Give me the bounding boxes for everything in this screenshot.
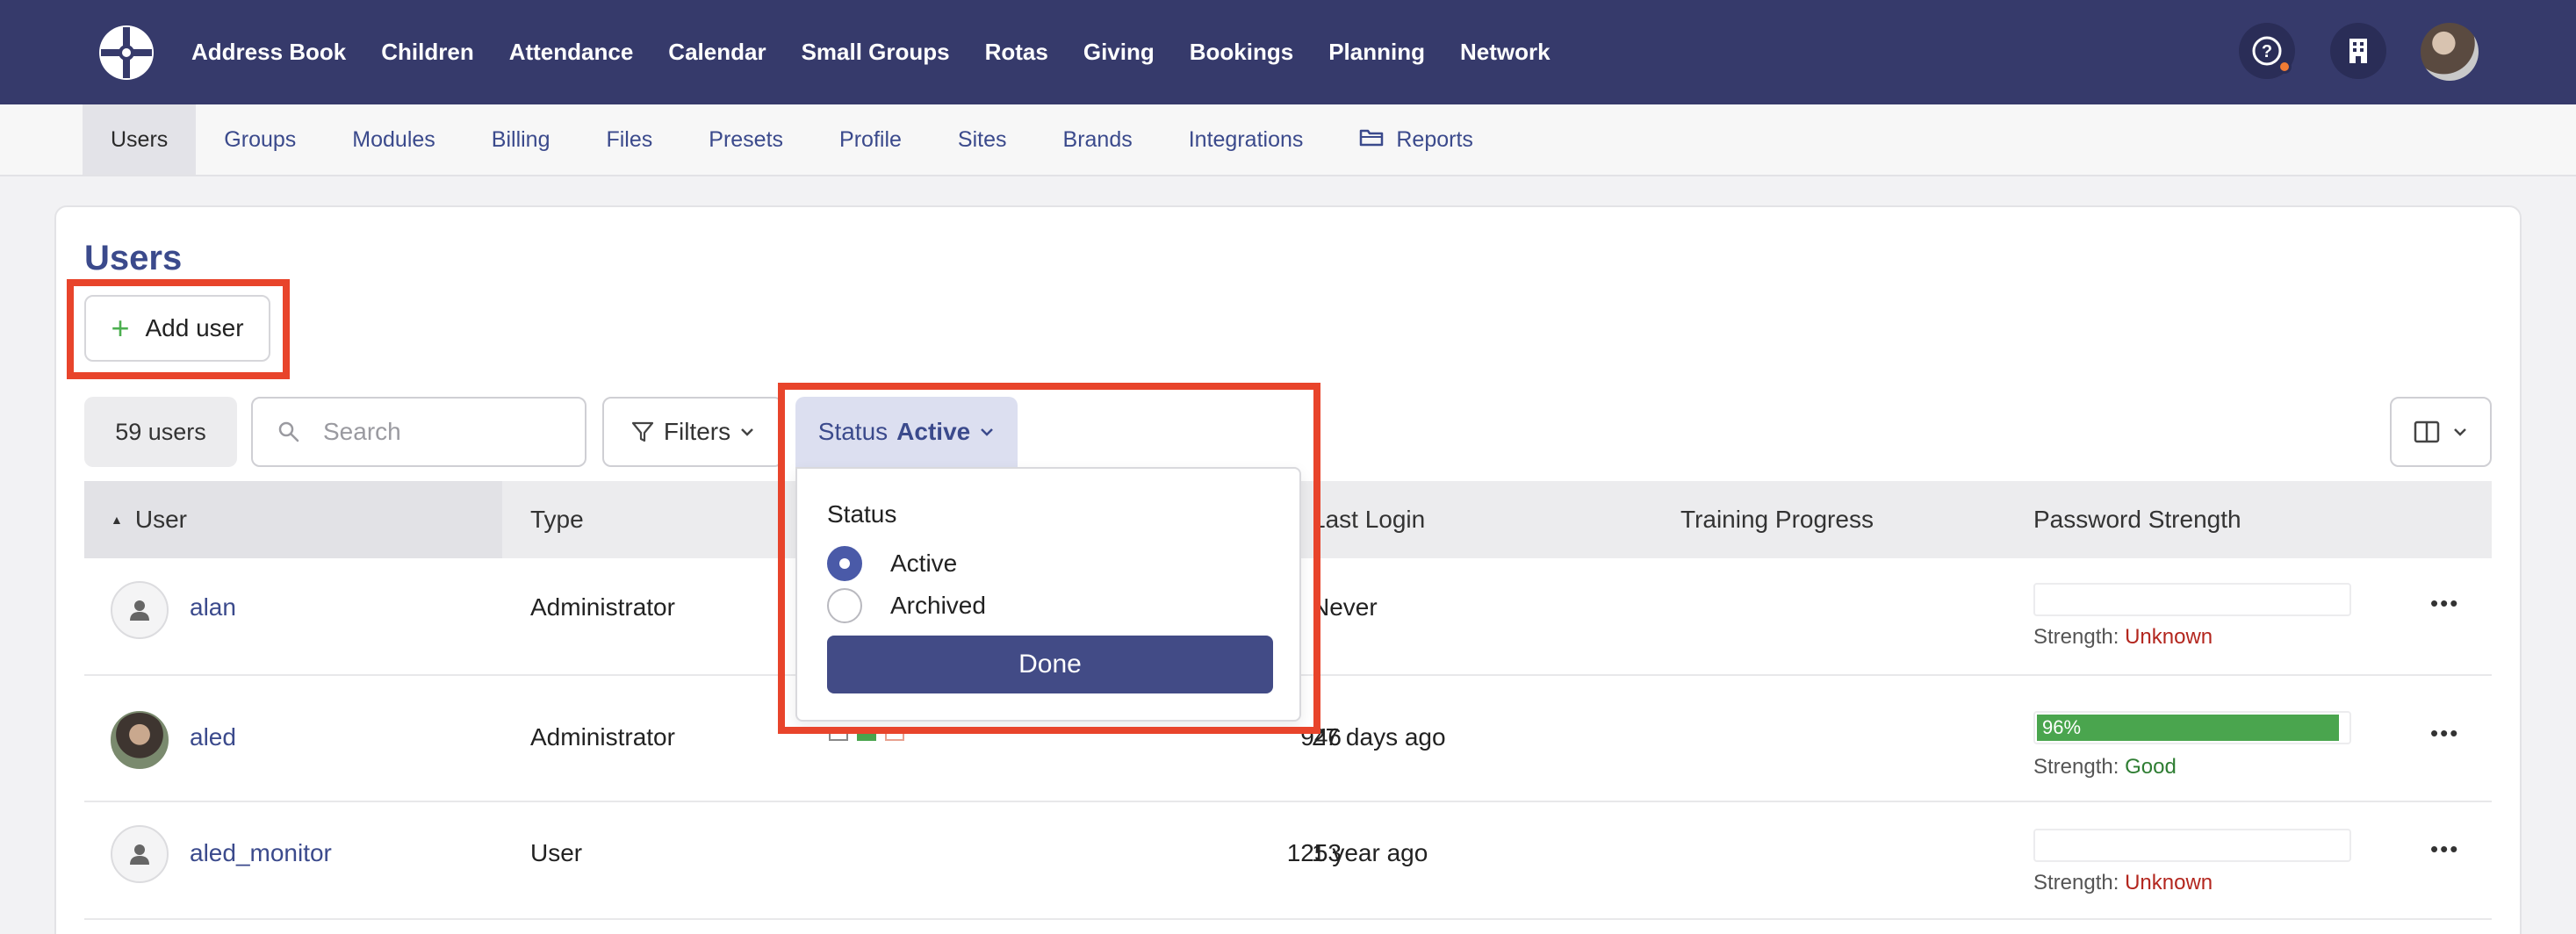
top-navbar: Address Book Children Attendance Calenda… <box>0 0 2576 104</box>
column-header-user[interactable]: ▲ User <box>84 481 502 558</box>
module-icons <box>829 729 904 741</box>
nav-small-groups[interactable]: Small Groups <box>802 39 950 66</box>
done-button[interactable]: Done <box>827 636 1273 693</box>
status-filter-value: Active <box>896 418 971 445</box>
tab-groups[interactable]: Groups <box>196 104 324 175</box>
status-filter-button[interactable]: Status Active <box>795 397 1018 467</box>
page-title: Users <box>84 239 183 277</box>
user-avatar[interactable] <box>2421 23 2479 81</box>
building-icon <box>2349 39 2367 63</box>
columns-button[interactable] <box>2390 397 2492 467</box>
tab-users[interactable]: Users <box>83 104 197 175</box>
radio-active[interactable] <box>827 546 862 581</box>
last-login: 27 days ago <box>1312 723 1446 751</box>
module-icon <box>829 729 848 741</box>
password-strength-text: Strength: Good <box>2033 755 2177 779</box>
nav-network[interactable]: Network <box>1460 39 1551 66</box>
password-strength-bar <box>2033 829 2351 862</box>
folder-icon <box>1359 127 1384 153</box>
status-option-active[interactable]: Active <box>827 546 957 581</box>
password-strength-bar <box>2033 583 2351 616</box>
last-login: Never <box>1312 593 1378 621</box>
sort-ascending-icon: ▲ <box>111 513 123 527</box>
nav-rotas[interactable]: Rotas <box>985 39 1048 66</box>
tab-profile[interactable]: Profile <box>811 104 930 175</box>
last-login: 1 year ago <box>1312 839 1428 866</box>
row-actions-button[interactable]: ••• <box>2430 590 2459 617</box>
table-row[interactable]: aled_monitor User 1253 1 year ago Streng… <box>84 802 2492 920</box>
avatar <box>111 711 169 769</box>
search-input[interactable] <box>323 418 551 446</box>
tab-integrations[interactable]: Integrations <box>1161 104 1332 175</box>
nav-attendance[interactable]: Attendance <box>509 39 634 66</box>
person-icon <box>130 600 149 621</box>
status-option-active-label: Active <box>890 550 958 577</box>
user-type: Administrator <box>530 593 675 621</box>
tab-reports-label: Reports <box>1396 126 1473 152</box>
chevron-down-icon <box>741 428 753 436</box>
tab-sites[interactable]: Sites <box>930 104 1035 175</box>
tab-billing[interactable]: Billing <box>464 104 579 175</box>
status-option-archived-label: Archived <box>890 592 986 619</box>
password-strength-text: Strength: Unknown <box>2033 871 2213 894</box>
password-strength-text: Strength: Unknown <box>2033 625 2213 649</box>
status-option-archived[interactable]: Archived <box>827 588 986 623</box>
avatar <box>111 581 169 639</box>
add-user-label: Add user <box>145 314 244 341</box>
nav-planning[interactable]: Planning <box>1328 39 1425 66</box>
user-count-badge: 59 users <box>84 397 237 467</box>
chevron-down-icon <box>981 428 994 436</box>
radio-archived[interactable] <box>827 588 862 623</box>
nav-giving[interactable]: Giving <box>1083 39 1155 66</box>
chevron-down-icon <box>2454 428 2466 436</box>
user-link[interactable]: alan <box>190 593 236 621</box>
user-link[interactable]: aled <box>190 723 236 751</box>
tab-modules[interactable]: Modules <box>324 104 464 175</box>
organisation-button[interactable] <box>2330 23 2386 79</box>
user-type: Administrator <box>530 723 675 751</box>
tab-reports[interactable]: Reports <box>1331 104 1501 175</box>
settings-subnav: Users Groups Modules Billing Files Prese… <box>0 104 2576 176</box>
nav-calendar[interactable]: Calendar <box>668 39 766 66</box>
row-actions-button[interactable]: ••• <box>2430 720 2459 747</box>
user-link[interactable]: aled_monitor <box>190 839 332 867</box>
tab-files[interactable]: Files <box>578 104 680 175</box>
search-icon <box>278 421 299 442</box>
module-icon <box>885 729 904 741</box>
row-actions-button[interactable]: ••• <box>2430 836 2459 863</box>
notification-dot <box>2277 60 2292 74</box>
help-button[interactable]: ? <box>2239 23 2295 79</box>
column-header-last-login[interactable]: Last Login <box>1312 481 1425 558</box>
columns-icon <box>2414 420 2440 443</box>
add-user-button[interactable]: + Add user <box>84 295 270 362</box>
filters-label: Filters <box>663 418 731 445</box>
column-header-type[interactable]: Type <box>530 481 584 558</box>
column-header-training[interactable]: Training Progress <box>1680 481 1874 558</box>
status-dropdown: Status Active Archived Done <box>795 467 1301 722</box>
tab-brands[interactable]: Brands <box>1035 104 1161 175</box>
password-strength-bar: 96% <box>2033 711 2351 744</box>
filters-button[interactable]: Filters <box>602 397 783 467</box>
avatar <box>111 825 169 883</box>
nav-bookings[interactable]: Bookings <box>1190 39 1293 66</box>
app-logo[interactable] <box>97 23 156 83</box>
status-dropdown-title: Status <box>827 500 897 528</box>
column-header-user-label: User <box>134 506 187 533</box>
search-box[interactable] <box>251 397 586 467</box>
module-icon <box>857 729 876 741</box>
filter-icon <box>631 421 653 442</box>
nav-children[interactable]: Children <box>381 39 473 66</box>
tab-presets[interactable]: Presets <box>680 104 811 175</box>
column-header-password[interactable]: Password Strength <box>2033 481 2241 558</box>
svg-text:?: ? <box>2262 42 2272 61</box>
plus-icon: + <box>111 310 130 346</box>
user-type: User <box>530 839 583 866</box>
status-filter-label: Status <box>817 418 889 445</box>
nav-address-book[interactable]: Address Book <box>191 39 346 66</box>
person-icon <box>130 844 149 865</box>
password-strength-fill: 96% <box>2037 715 2339 741</box>
